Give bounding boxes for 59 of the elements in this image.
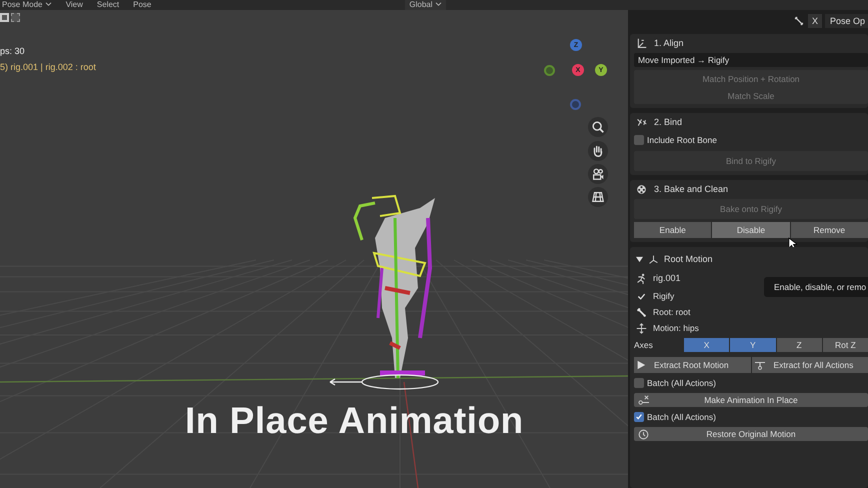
checkbox-label: Include Root Bone [647,135,717,145]
axis-toggle[interactable]: Rot Z [822,338,868,352]
axes-icon [648,254,659,264]
caption-text: In Place Animation [185,400,524,442]
bone-icon[interactable] [792,14,805,26]
object-name: rig.001 [653,273,681,283]
hand-icon[interactable] [588,141,608,161]
mouse-cursor-icon [788,237,797,250]
clock-icon [638,428,649,440]
axis-toggle[interactable]: X [684,338,730,352]
selection-text: 5) rig.001 | rig.002 : root [0,62,96,72]
caret-icon [44,2,52,7]
info-text: Rigify [653,291,674,301]
menu-item[interactable]: View [66,0,83,10]
checkbox-label: Batch (All Actions) [647,412,716,422]
checkbox[interactable] [634,412,644,422]
align-icon [636,38,647,48]
camera-icon[interactable] [588,164,608,184]
extract-button[interactable]: Extract Root Motion [634,357,750,373]
menu-item[interactable]: Select [96,0,120,10]
menu-item[interactable]: Pose [133,0,152,10]
move-icon [636,322,647,334]
section-title: 2. Bind [654,117,682,127]
axis-toggle[interactable]: Z [776,338,822,352]
extract-button[interactable]: Extract for All Actions [752,357,868,373]
panel-tab[interactable]: Pose Op [824,14,868,28]
key-icon [638,395,650,405]
play-icon [636,360,646,370]
bone-icon [636,306,647,318]
axes-label: Axes [633,340,654,350]
film-reel-icon [636,184,647,194]
info-text: Root: root [653,307,690,317]
tooltip: Enable, disable, or remo [764,277,868,297]
section-title: 3. Bake and Clean [654,184,728,194]
expand-arrow-icon[interactable] [636,256,643,262]
caret-icon [434,2,442,7]
segment-button[interactable]: Remove [790,222,868,238]
segment-button[interactable]: Disable [712,222,790,238]
axis-handle[interactable] [544,65,555,76]
checkbox[interactable] [634,135,644,145]
action-button[interactable]: Restore Original Motion [634,427,868,441]
info-text: Motion: hips [653,323,699,333]
close-button[interactable]: X [808,14,822,28]
orientation-dropdown[interactable]: Global [405,0,446,10]
running-figure-icon [636,272,647,284]
section-title: 1. Align [654,38,684,48]
checkbox-label: Batch (All Actions) [647,378,716,388]
zoom-icon[interactable] [588,117,608,137]
axis-handle[interactable] [570,99,581,110]
mode-dropdown[interactable]: Pose Mode [2,0,52,10]
segment-button[interactable]: Enable [634,222,712,238]
section-title: Root Motion [664,254,713,264]
axis-toggle[interactable]: Y [730,338,776,352]
stats-text: ps: 30 [0,46,25,56]
checkbox[interactable] [634,378,644,388]
action-button[interactable]: Make Animation In Place [634,393,868,407]
mode-dropdown[interactable]: Move Imported → Rigify [634,53,868,67]
grid-icon[interactable] [588,187,608,207]
branch-icon [754,360,766,370]
